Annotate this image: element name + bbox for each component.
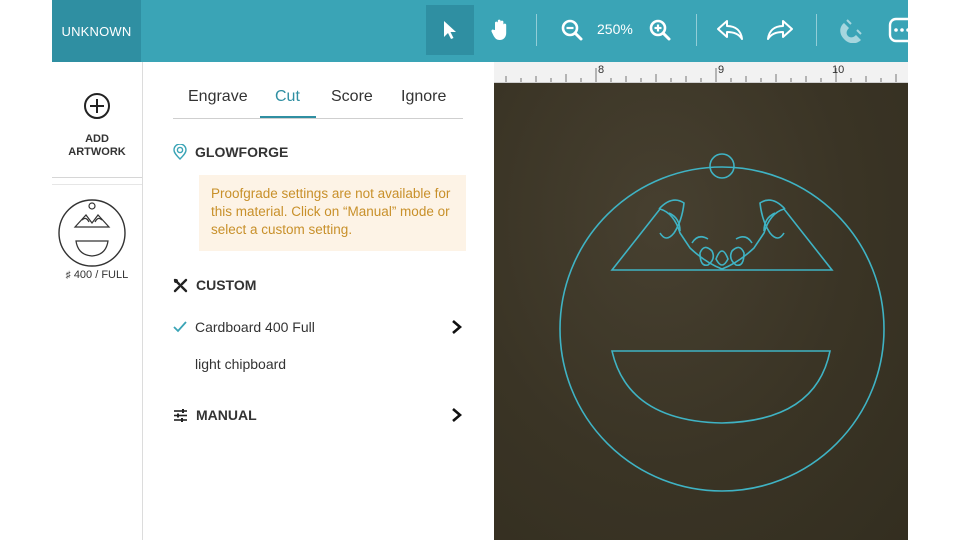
material-bed[interactable] (494, 83, 908, 540)
material-name: light chipboard (195, 356, 287, 372)
select-arrow-icon (444, 21, 456, 39)
sidebar-divider (52, 177, 142, 178)
zoom-out-icon (561, 19, 583, 41)
settings-panel: Engrave Cut Score Ignore GLOWFORGE Proof… (143, 62, 494, 540)
cut-outer-circle (559, 166, 885, 492)
checkmark-icon (173, 321, 187, 333)
toolbar-separator (696, 14, 697, 46)
cut-upper-banner (610, 208, 834, 271)
add-artwork-label: ADD ARTWORK (68, 133, 126, 158)
zoom-in-icon (649, 19, 671, 41)
cut-hang-hole (709, 153, 735, 179)
chevron-right-icon[interactable] (451, 407, 463, 423)
add-circle-icon (84, 93, 110, 119)
more-icon (888, 17, 910, 43)
tools-icon (173, 278, 188, 292)
artwork-thumbnail-card[interactable]: ♯ 400 / FULL (52, 184, 142, 295)
artwork-sidebar: ADD ARTWORK ♯ 400 / FULL (52, 62, 143, 540)
custom-section-header: CUSTOM (173, 277, 256, 293)
tab-engrave[interactable]: Engrave (188, 88, 248, 106)
cut-center-leaf-right (729, 246, 745, 267)
cut-center-tendrils (691, 235, 753, 244)
select-tool-button[interactable] (426, 5, 474, 55)
operation-tabs: Engrave Cut Score Ignore (173, 84, 463, 119)
active-tab-indicator (260, 116, 316, 118)
snap-magnet-button[interactable] (832, 5, 870, 55)
undo-button[interactable] (712, 5, 748, 55)
ruler-label: 9 (718, 64, 725, 76)
glowforge-section-header[interactable]: GLOWFORGE (173, 144, 288, 160)
cut-center-leaf-left (699, 246, 715, 267)
add-artwork-button[interactable]: ADD ARTWORK (52, 92, 142, 159)
ruler-ticks (505, 68, 897, 82)
tab-ignore[interactable]: Ignore (401, 88, 446, 106)
ruler-label: 10 (832, 64, 845, 76)
chevron-right-icon[interactable] (451, 319, 463, 335)
zoom-level: 250% (597, 21, 633, 37)
tab-cut[interactable]: Cut (275, 88, 300, 106)
sliders-icon: ♯ (65, 270, 71, 281)
proofgrade-icon (173, 144, 187, 160)
zoom-in-button[interactable] (644, 5, 676, 55)
pan-tool-button[interactable] (478, 5, 522, 55)
toolbar-separator (816, 14, 817, 46)
artwork-thumbnail (58, 199, 126, 267)
magnet-icon (840, 19, 862, 43)
proofgrade-warning: Proofgrade settings are not available fo… (199, 175, 466, 251)
artwork-settings-caption: ♯ 400 / FULL (65, 269, 129, 281)
ruler-label: 8 (598, 64, 605, 76)
top-toolbar: UNKNOWN 250% (52, 0, 910, 62)
sliders-icon (174, 408, 187, 422)
cut-lower-smile (610, 350, 831, 424)
redo-button[interactable] (762, 5, 798, 55)
artwork-design[interactable] (494, 83, 908, 540)
tab-score[interactable]: Score (331, 88, 373, 106)
manual-section-header[interactable]: MANUAL (173, 407, 257, 423)
design-title-button[interactable]: UNKNOWN (52, 0, 141, 62)
custom-setting-item[interactable]: Cardboard 400 Full (173, 319, 315, 335)
more-options-button[interactable] (886, 5, 910, 55)
toolbar-separator (536, 14, 537, 46)
zoom-out-button[interactable] (556, 5, 588, 55)
redo-icon (767, 20, 793, 40)
design-canvas[interactable]: 8 9 10 (494, 62, 908, 540)
undo-icon (717, 20, 743, 40)
cut-center-bud (715, 250, 729, 266)
hand-pan-icon (491, 19, 507, 40)
horizontal-ruler: 8 9 10 (494, 62, 908, 83)
design-title: UNKNOWN (61, 23, 132, 39)
